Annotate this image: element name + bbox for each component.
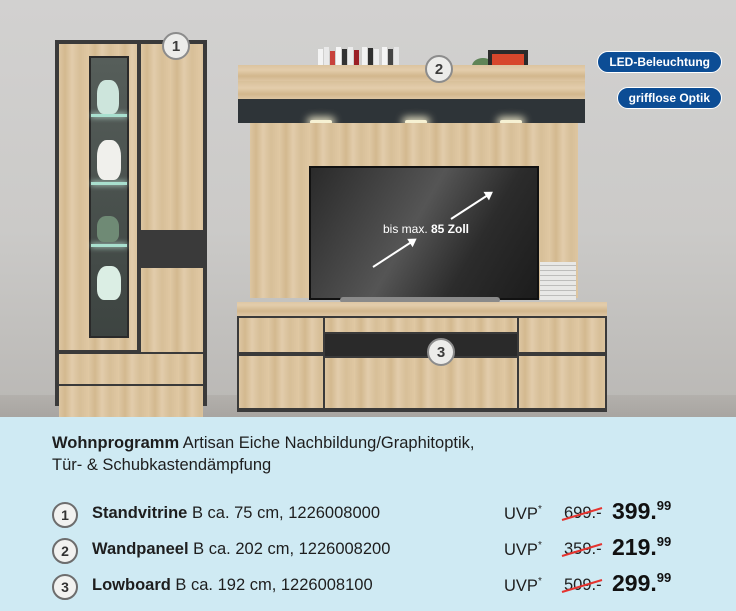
lowboard-illustration <box>237 302 607 412</box>
item-number: 3 <box>52 574 78 600</box>
item-text: Lowboard B ca. 192 cm, 1226008100 <box>92 576 373 594</box>
lowboard-niche <box>325 334 517 356</box>
lowboard-top <box>237 302 607 316</box>
tv-screen: bis max. 85 Zoll <box>309 166 539 300</box>
lowboard-flap <box>325 358 517 408</box>
uvp-label: UVP* <box>504 504 542 523</box>
product-photo: bis max. 85 Zoll 1 2 3 LED-Beleuchtung g… <box>0 0 736 417</box>
new-price: 299.99 <box>612 570 672 596</box>
vase <box>97 266 121 300</box>
lowboard-drawer <box>325 318 517 332</box>
description: Wohnprogramm Artisan Eiche Nachbildung/G… <box>52 432 692 476</box>
uvp-label: UVP* <box>504 540 542 559</box>
new-price: 399.99 <box>612 498 672 524</box>
vase <box>97 216 119 242</box>
badge-led: LED-Beleuchtung <box>597 51 722 73</box>
arrow-icon <box>450 192 492 220</box>
item-text: Wandpaneel B ca. 202 cm, 1226008200 <box>92 540 391 558</box>
vitrine-left-panel <box>59 44 137 350</box>
price-row: 3 Lowboard B ca. 192 cm, 1226008100 UVP*… <box>52 570 692 602</box>
product-ad: bis max. 85 Zoll 1 2 3 LED-Beleuchtung g… <box>0 0 736 611</box>
arrow-icon <box>372 238 416 268</box>
lowboard-door <box>239 356 323 408</box>
marker-1: 1 <box>162 32 190 60</box>
wandpaneel-shelf <box>238 65 585 99</box>
strike-line <box>561 579 603 593</box>
vitrine-led <box>91 182 127 185</box>
vitrine-drawer <box>59 386 203 417</box>
tv-size-label: bis max. 85 Zoll <box>382 222 470 236</box>
item-text: Standvitrine B ca. 75 cm, 1226008000 <box>92 504 380 522</box>
lowboard-door <box>519 356 605 408</box>
vitrine-niche <box>141 232 203 266</box>
uvp-label: UVP* <box>504 576 542 595</box>
magazine-stack <box>540 262 576 300</box>
lowboard-drawer <box>239 318 323 352</box>
marker-3: 3 <box>427 338 455 366</box>
description-title: Wohnprogramm <box>52 434 180 452</box>
vase <box>97 140 121 180</box>
standvitrine-illustration <box>55 40 207 417</box>
vitrine-middle-door <box>141 268 203 352</box>
description-line2: Tür- & Schubkastendämpfung <box>52 456 272 474</box>
marker-2: 2 <box>425 55 453 83</box>
vitrine-led <box>91 114 127 117</box>
strike-line <box>561 507 603 521</box>
item-number: 1 <box>52 502 78 528</box>
vitrine-led <box>91 244 127 247</box>
price-row: 1 Standvitrine B ca. 75 cm, 1226008000 U… <box>52 498 692 530</box>
new-price: 219.99 <box>612 534 672 560</box>
strike-line <box>561 543 603 557</box>
item-number: 2 <box>52 538 78 564</box>
vase <box>97 80 119 114</box>
price-row: 2 Wandpaneel B ca. 202 cm, 1226008200 UV… <box>52 534 692 566</box>
lowboard-drawer <box>519 318 605 352</box>
description-line1: Artisan Eiche Nachbildung/Graphitoptik, <box>179 434 475 452</box>
vitrine-upper-door <box>141 44 203 230</box>
badge-grifflos: grifflose Optik <box>616 87 722 109</box>
vitrine-drawer <box>59 354 203 384</box>
